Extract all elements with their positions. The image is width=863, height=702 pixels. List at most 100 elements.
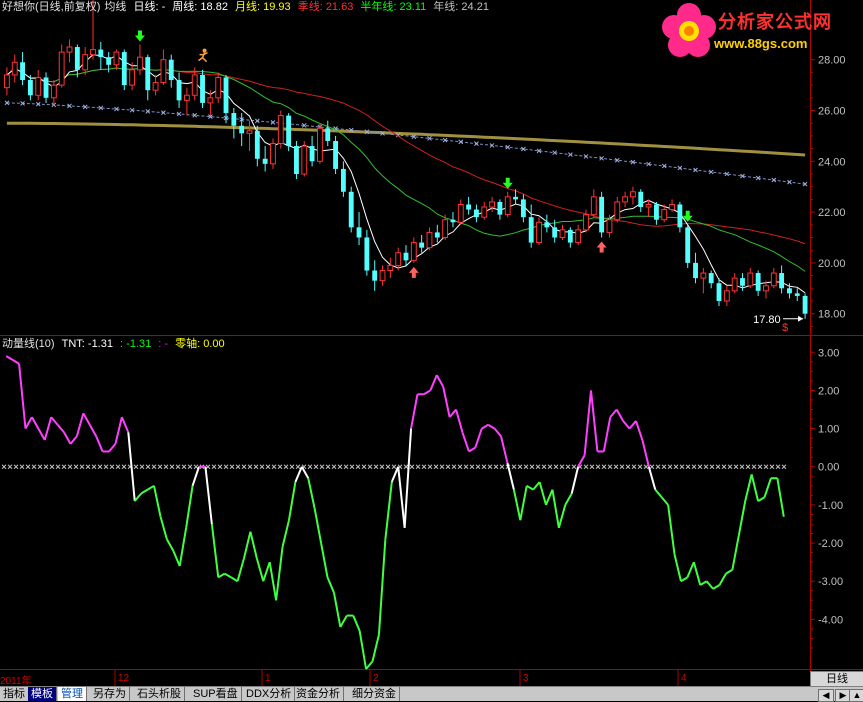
candle-body [552,227,558,238]
zero-axis-marker [217,464,223,470]
year-ma-line [6,121,806,157]
momentum-line-segment [763,477,772,498]
candle-body [58,51,65,86]
price-tick-label: 22.00 [818,207,846,219]
candle-body [145,57,151,91]
zero-axis-marker [175,464,181,470]
candle-body [410,242,417,261]
zero-axis-marker [73,464,79,470]
zero-axis-marker [631,464,637,470]
candle-body [567,229,573,243]
zero-axis-marker [367,464,373,470]
ma-month: 月线: 19.93 [235,1,291,13]
zero-axis-marker [121,464,127,470]
indicator-tick-label: 2.00 [818,385,839,397]
candle-body [638,191,644,208]
zero-axis-marker [7,464,13,470]
zero-axis-marker [211,464,217,470]
zero-axis-marker [625,464,631,470]
zero-axis-marker [439,464,445,470]
momentum-line-segment [377,539,387,635]
tab-scroll-left-icon[interactable]: ◀ [818,689,834,702]
candle-body [395,252,402,266]
panel-toggle-icon[interactable]: ▲ [849,689,863,702]
candle-body [481,206,488,218]
candle-body [90,49,96,56]
momentum-line-segment [757,496,766,502]
zero-axis-marker [79,464,85,470]
indicator-tick-label: -3.00 [818,576,843,588]
tab-stone-analysis[interactable]: 石头析股 [134,687,185,701]
zero-axis-marker [325,464,331,470]
candle-body [20,62,25,81]
candle-body [11,61,18,76]
zero-axis-marker [43,464,49,470]
zero-axis-marker [691,464,697,470]
tab-template[interactable]: 模板 [28,687,57,701]
candle-body [802,295,808,314]
indicator-tnt: TNT: -1.31 [61,338,113,350]
momentum-line-segment [423,389,431,396]
zero-axis-marker [283,464,289,470]
ma-halfyear: 半年线: 23.11 [360,1,427,13]
momentum-line-segment [532,481,541,491]
momentum-line-segment [43,416,53,441]
momentum-line-segment [641,439,650,467]
candle-body [223,77,229,114]
momentum-line-segment [390,466,400,483]
candle-body [504,196,511,216]
zero-axis-marker [337,464,343,470]
zero-axis-marker [679,464,685,470]
momentum-line-segment [365,660,374,670]
tab-ddx-analysis[interactable]: DDX分析 [243,687,296,701]
tab-save-as[interactable]: 另存为 [90,687,130,701]
zero-axis-marker [541,464,547,470]
candle-body [66,46,73,53]
momentum-line-segment [275,546,284,601]
zero-axis-marker [415,464,421,470]
momentum-line-segment [635,420,644,441]
tab-sup-view[interactable]: SUP看盘 [190,687,242,701]
candle-body [787,288,792,294]
momentum-line-segment [165,538,175,552]
momentum-line-segment [583,390,592,456]
zero-axis-marker [403,464,409,470]
momentum-line-segment [75,413,85,437]
candle-body [348,191,354,228]
tab-manage[interactable]: 管理 [58,687,87,701]
candle-body [677,204,683,228]
momentum-line-segment [442,386,451,418]
candle-body [239,125,245,134]
zero-axis-marker [247,464,253,470]
candle-body [340,168,346,192]
candle-body [254,130,260,159]
tab-indicator[interactable]: 指标 [0,687,29,701]
momentum-line-segment [557,504,567,529]
candle-body [168,59,174,81]
zero-axis-marker [511,464,517,470]
bottom-tab-bar: 指标 模板 管理 另存为 石头析股 SUP看盘 DDX分析 资金分析 细分资金 [0,686,863,701]
zero-axis-marker [235,464,241,470]
momentum-line-segment [647,466,657,490]
zero-axis-marker [31,464,37,470]
zero-axis-marker [427,464,433,470]
momentum-line-segment [461,432,470,452]
tab-fund-analysis[interactable]: 资金分析 [293,687,344,701]
year-label: 2011年 [0,676,32,687]
zero-axis-marker [607,464,613,470]
zero-axis-marker [655,464,661,470]
zero-axis-marker [685,464,691,470]
tab-detail-fund[interactable]: 细分资金 [349,687,400,701]
momentum-line-segment [628,420,637,430]
month-label: 2 [373,673,379,684]
momentum-line-segment [705,580,714,590]
momentum-line-segment [159,516,168,540]
stock-chart[interactable]: 28.0026.0024.0022.0020.0018.0030.6017.80… [0,0,863,700]
period-button[interactable]: 日线 [810,671,863,687]
momentum-line-segment [692,561,702,586]
momentum-line-segment [667,504,676,555]
zero-axis-marker [487,464,493,470]
low-annotation-arrowhead [798,315,804,322]
candle-body [106,57,112,65]
indicator-tick-label: 1.00 [818,424,839,436]
